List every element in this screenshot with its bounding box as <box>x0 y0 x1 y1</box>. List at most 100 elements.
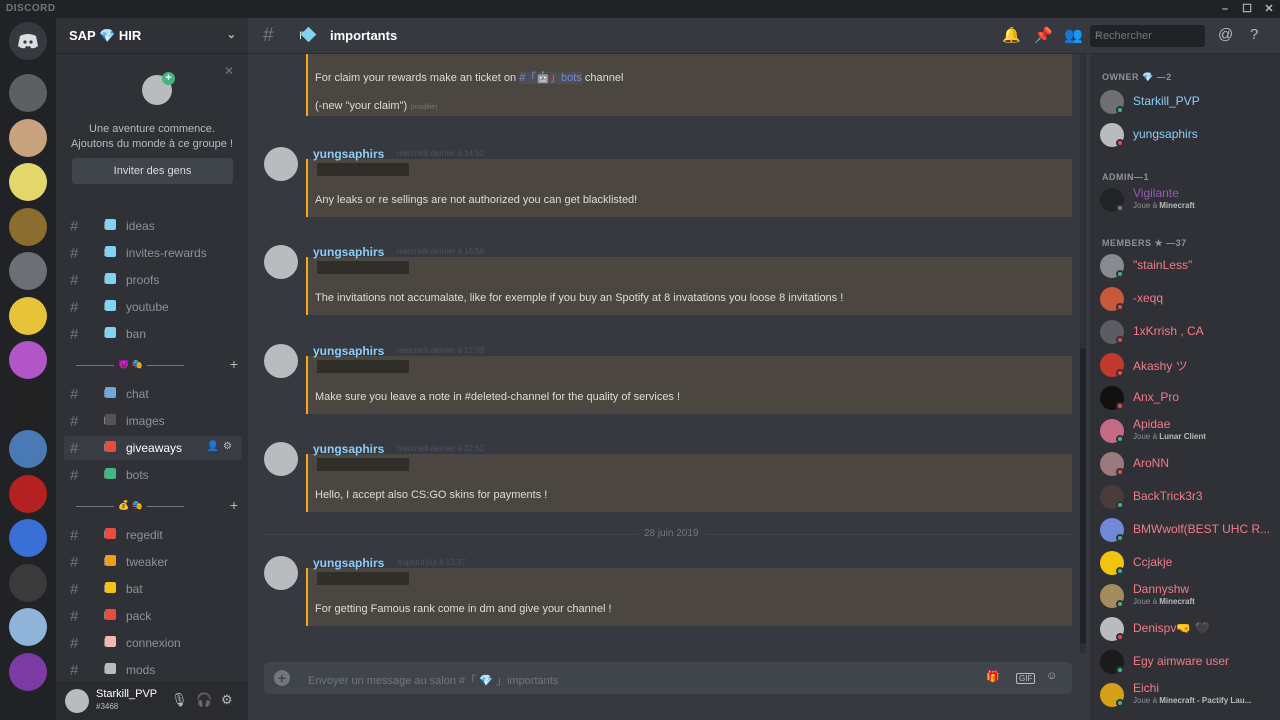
upload-plus-icon[interactable]: + <box>274 670 290 686</box>
microphone-icon[interactable]: 🎙 <box>171 692 188 708</box>
channel-mention[interactable]: #「🤖」bots <box>519 72 582 84</box>
hash-icon: # <box>70 467 79 484</box>
gift-icon[interactable]: 🎁 <box>986 670 1000 683</box>
server-icon[interactable] <box>9 430 47 468</box>
title-bar: DISCORD – ☐ ✕ <box>0 0 1280 18</box>
member-item[interactable]: yungsaphirs <box>1100 121 1278 153</box>
add-channel-icon[interactable]: + <box>230 497 238 513</box>
member-item[interactable]: "stainLess" <box>1100 252 1278 284</box>
scrollbar-thumb[interactable] <box>1080 348 1086 644</box>
channel-item-ban[interactable]: # 「ban <box>64 322 242 346</box>
server-icon[interactable] <box>9 163 47 201</box>
headphones-icon[interactable]: 🎧 <box>196 692 212 708</box>
message-input[interactable]: + Envoyer un message au salon #「 💎 」impo… <box>264 662 1072 694</box>
members-icon[interactable]: 👥 <box>1064 26 1083 44</box>
home-button[interactable] <box>9 22 47 60</box>
avatar[interactable] <box>264 147 298 181</box>
emoji-icon[interactable]: ☺ <box>1046 670 1057 682</box>
message-author[interactable]: yungsaphirs <box>313 245 384 259</box>
message-author[interactable]: yungsaphirs <box>313 556 384 570</box>
hash-icon: # <box>70 299 79 316</box>
member-item[interactable]: Ccjakje <box>1100 549 1278 581</box>
channel-item-proofs[interactable]: # 「proofs <box>64 268 242 292</box>
member-item[interactable]: -xeqq <box>1100 285 1278 317</box>
member-item[interactable]: BackTrick3r3 <box>1100 483 1278 515</box>
channel-item-regedit[interactable]: # 「regedit <box>64 523 242 547</box>
help-icon[interactable]: ? <box>1250 26 1258 43</box>
member-item[interactable]: Dannyshw Joue à Minecraft <box>1100 582 1278 614</box>
invite-people-button[interactable]: Inviter des gens <box>72 158 233 184</box>
gif-icon[interactable]: GIF <box>1016 673 1036 684</box>
member-item[interactable]: Eichi Joue à Minecraft - Pactify Lau... <box>1100 681 1278 713</box>
server-icon[interactable] <box>9 118 47 157</box>
server-icon[interactable] <box>9 207 47 246</box>
plus-icon: + <box>162 72 175 85</box>
guild-header[interactable]: SAP 💎 HIR ⌄ <box>56 18 248 54</box>
channel-item-invites-rewards[interactable]: # 「invites-rewards <box>64 241 242 265</box>
member-item[interactable]: Akashy ツ <box>1100 351 1278 383</box>
channel-item-ideas[interactable]: # 「ideas <box>64 214 242 238</box>
channel-item-images[interactable]: # 「images <box>64 409 242 433</box>
status-dot <box>1116 501 1124 509</box>
avatar[interactable] <box>264 245 298 279</box>
search-input[interactable]: Rechercher ⌕ <box>1090 25 1205 47</box>
member-item[interactable]: Anx_Pro <box>1100 384 1278 416</box>
server-icon[interactable] <box>9 385 47 424</box>
server-icon[interactable] <box>9 563 47 602</box>
channel-emoji-icon <box>105 609 116 620</box>
server-icon[interactable] <box>9 608 47 646</box>
channel-item-mods[interactable]: # 「mods <box>64 658 242 682</box>
message-author[interactable]: yungsaphirs <box>313 344 384 358</box>
text-part: For claim your rewards make an ticket on <box>315 72 520 84</box>
message-author[interactable]: yungsaphirs <box>313 442 384 456</box>
server-icon[interactable] <box>9 252 47 290</box>
avatar[interactable] <box>65 689 89 713</box>
server-icon[interactable] <box>9 341 47 379</box>
channel-item-chat[interactable]: # 「chat <box>64 382 242 406</box>
channel-item-bots[interactable]: # 「bots <box>64 463 242 487</box>
server-icon[interactable] <box>9 474 47 513</box>
member-name: Anx_Pro <box>1133 390 1180 404</box>
channel-settings-icon[interactable]: 👤⚙ <box>207 441 236 452</box>
channel-category[interactable]: 💰 🎭 + <box>68 497 240 513</box>
member-item[interactable]: Denispv🤜 🖤 <box>1100 615 1278 647</box>
member-item[interactable]: Egy aimware user <box>1100 648 1278 680</box>
member-item[interactable]: BMWwolf(BEST UHC R... <box>1100 516 1278 548</box>
server-icon[interactable] <box>9 519 47 557</box>
maximize-icon[interactable]: ☐ <box>1240 2 1254 16</box>
member-item[interactable]: Starkill_PVP <box>1100 88 1278 120</box>
member-item[interactable]: Apidae Joue à Lunar Client <box>1100 417 1278 449</box>
minimize-icon[interactable]: – <box>1218 2 1232 16</box>
channel-item-pack[interactable]: # 「pack <box>64 604 242 628</box>
avatar[interactable] <box>264 556 298 590</box>
server-icon[interactable] <box>9 652 47 691</box>
message-text: For claim your rewards make an ticket on… <box>315 69 623 85</box>
channel-item-connexion[interactable]: # 「connexion <box>64 631 242 655</box>
group-admin: ADMIN—1 <box>1102 172 1150 182</box>
channel-item-youtube[interactable]: # 「youtube <box>64 295 242 319</box>
mention-icon[interactable]: @ <box>1218 26 1233 43</box>
avatar[interactable] <box>264 442 298 476</box>
server-icon[interactable] <box>9 296 47 335</box>
close-window-icon[interactable]: ✕ <box>1262 2 1276 16</box>
scrollbar[interactable] <box>1080 54 1086 654</box>
add-channel-icon[interactable]: + <box>230 356 238 372</box>
member-item[interactable]: 1xKrrish , CA <box>1100 318 1278 350</box>
member-item[interactable]: Vigilante Joue à Minecraft <box>1100 186 1278 218</box>
channel-item-giveaways[interactable]: # 「giveaways 👤⚙ <box>64 436 242 460</box>
channel-category[interactable]: 😈 🎭 + <box>68 356 240 372</box>
message-author[interactable]: yungsaphirs <box>313 147 384 161</box>
server-icon[interactable] <box>9 74 47 112</box>
hash-icon: # <box>70 635 79 652</box>
gear-icon[interactable]: ⚙ <box>221 692 233 708</box>
pin-icon[interactable]: 📌 <box>1034 26 1053 44</box>
close-icon[interactable]: ✕ <box>224 64 234 78</box>
avatar[interactable] <box>264 344 298 378</box>
member-activity: Joue à Minecraft - Pactify Lau... <box>1133 696 1252 705</box>
channel-item-tweaker[interactable]: # 「tweaker <box>64 550 242 574</box>
bell-icon[interactable]: 🔔 <box>1002 26 1021 44</box>
member-item[interactable]: AroNN <box>1100 450 1278 482</box>
guild-name: SAP 💎 HIR <box>69 28 142 43</box>
channel-emoji-icon <box>105 468 116 479</box>
channel-item-bat[interactable]: # 「bat <box>64 577 242 601</box>
